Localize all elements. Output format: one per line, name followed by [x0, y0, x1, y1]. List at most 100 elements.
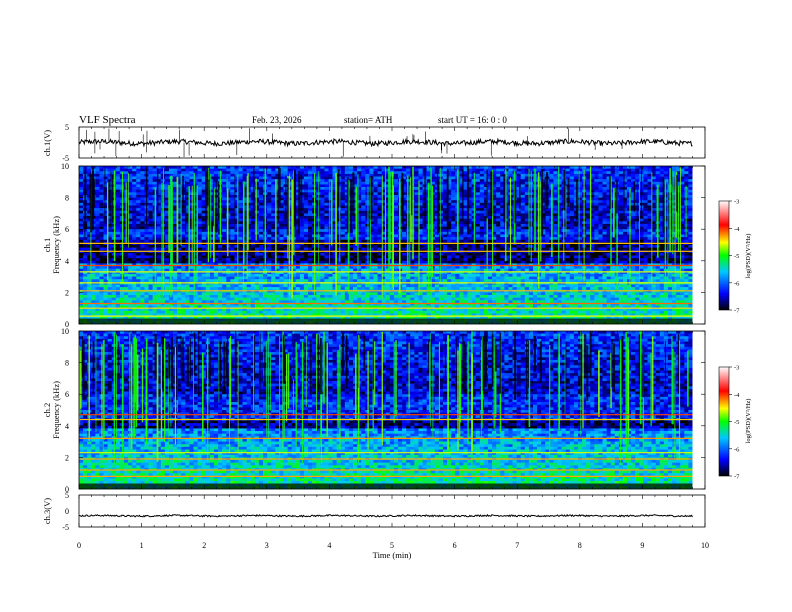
spectrogram-cell — [344, 166, 350, 169]
spectrogram-cell — [438, 181, 444, 185]
spectrogram-cell — [635, 168, 640, 172]
spectrogram-cell — [586, 171, 591, 175]
spectrogram-cell — [324, 205, 329, 209]
spectrogram-cell — [222, 226, 227, 230]
spectrogram-cell — [128, 247, 133, 251]
spectrogram-cell — [361, 179, 366, 183]
spectrogram-cell — [99, 187, 104, 190]
spectrogram-cell — [164, 181, 170, 185]
spectrogram-cell — [95, 173, 100, 177]
spectrogram-cell — [627, 202, 632, 206]
spectrogram-cell — [160, 197, 166, 201]
spectrogram-cell — [132, 216, 137, 219]
spectrogram-cell — [594, 168, 599, 172]
spectrogram-cell — [537, 166, 542, 169]
spectrogram-cell — [393, 200, 399, 204]
spectrogram-cell — [443, 184, 448, 188]
spectrogram-cell — [643, 247, 648, 251]
spectrogram-cell — [340, 176, 346, 180]
spectrogram-cell — [361, 194, 366, 198]
spectrogram-cell — [254, 187, 260, 190]
spectrogram-cell — [348, 247, 354, 251]
spectrogram-cell — [132, 179, 137, 183]
spectrogram-cell — [181, 239, 186, 243]
spectrogram-cell — [443, 210, 448, 214]
spectrogram-cell — [479, 234, 485, 238]
spectrogram-cell — [132, 189, 137, 193]
spectrogram-cell — [324, 226, 329, 230]
spectrogram-cell — [267, 216, 272, 219]
spectrogram-cell — [344, 171, 350, 175]
spectrogram-cell — [618, 205, 624, 209]
spectrogram-cell — [672, 166, 677, 169]
spectrogram-cell — [602, 229, 607, 233]
spectrogram-cell — [643, 171, 648, 175]
spectrogram-cell — [365, 237, 370, 241]
spectrogram-cell — [140, 245, 145, 248]
spectrogram-cell — [598, 231, 603, 235]
spectrogram-cell — [95, 223, 100, 227]
spectrogram-cell — [136, 202, 141, 206]
spectrogram-cell — [308, 187, 313, 190]
spectrogram-cell — [238, 181, 243, 185]
spectrogram-cell — [267, 194, 272, 198]
spectrogram-cell — [148, 205, 153, 209]
spectrogram-cell — [361, 223, 366, 227]
spectrogram-cell — [79, 216, 84, 219]
spectrogram-cell — [451, 223, 456, 227]
spectrogram-cell — [79, 200, 84, 204]
spectrogram-cell — [197, 173, 202, 177]
spectrogram-cell — [496, 189, 501, 193]
spectrogram-cell — [181, 168, 186, 172]
spectrogram-cell — [487, 223, 493, 227]
spectrogram-cell — [377, 202, 382, 206]
spectrogram-cell — [577, 210, 583, 214]
spectrogram-cell — [271, 210, 276, 214]
spectrogram-cell — [438, 239, 444, 243]
spectrogram-cell — [569, 245, 575, 248]
spectrogram-cell — [160, 226, 166, 230]
spectrogram-cell — [627, 176, 632, 180]
spectrogram-cell — [238, 229, 243, 233]
spectrogram-cell — [160, 194, 166, 198]
spectrogram-cell — [577, 200, 583, 204]
spectrogram-cell — [193, 168, 198, 172]
spectrogram-cell — [324, 202, 329, 206]
spectrogram-cell — [115, 205, 121, 209]
spectrogram-cell — [160, 171, 166, 175]
spectrogram-cell — [655, 171, 661, 175]
spectrogram-cell — [79, 202, 84, 206]
spectrogram-cell — [140, 234, 145, 238]
spectrogram-cell — [115, 184, 121, 188]
spectrogram-cell — [647, 189, 652, 193]
spectrogram-cell — [99, 221, 104, 225]
spectrogram-cell — [369, 234, 374, 238]
spectrogram-cell — [271, 223, 276, 227]
spectrogram-cell — [320, 213, 325, 217]
spectrogram-cell — [618, 216, 624, 219]
spectrogram-cell — [659, 173, 665, 177]
spectrogram-cell — [181, 216, 186, 219]
spectrogram-cell — [451, 245, 456, 248]
spectrogram-cell — [230, 179, 235, 183]
spectrogram-cell — [545, 166, 550, 169]
spectrogram-cell — [320, 218, 325, 222]
spectrogram-cell — [365, 239, 370, 243]
spectrogram-cell — [487, 166, 493, 169]
spectrogram-cell — [258, 171, 264, 175]
spectrogram-cell — [598, 213, 603, 217]
header-station: station= ATH — [344, 115, 393, 125]
spectrogram-cell — [496, 200, 501, 204]
spectrogram-cell — [627, 229, 632, 233]
spectrogram-cell — [618, 208, 624, 212]
spectrogram-cell — [148, 166, 153, 169]
spectrogram-cell — [132, 208, 137, 212]
spectrogram-cell — [299, 223, 305, 227]
spectrogram-cell — [148, 229, 153, 233]
spectrogram-cell — [577, 221, 583, 225]
spectrogram-cell — [95, 202, 100, 206]
spectrogram-cell — [115, 226, 121, 230]
spectrogram-cell — [242, 171, 247, 175]
spectrogram-cell — [618, 171, 624, 175]
spectrogram-cell — [340, 208, 346, 212]
